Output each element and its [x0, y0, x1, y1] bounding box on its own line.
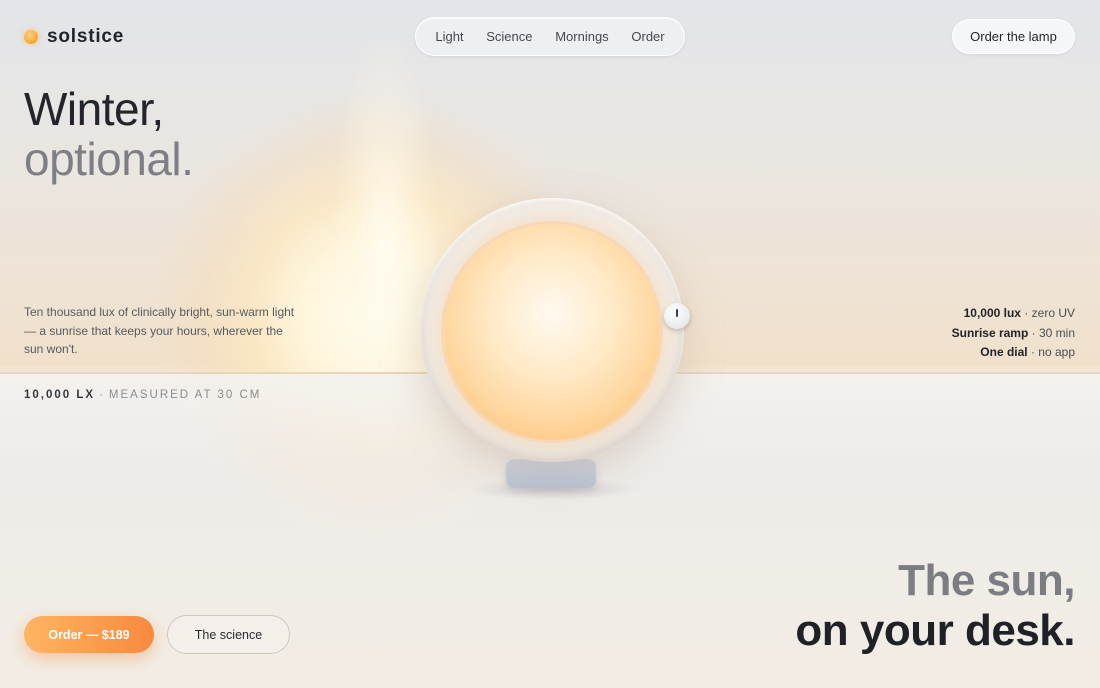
headline-line-1: Winter, [24, 83, 164, 135]
tagline: The sun, on your desk. [795, 556, 1075, 656]
spec-label: 10,000 lux [963, 306, 1021, 320]
science-button[interactable]: The science [167, 615, 290, 654]
order-lamp-button[interactable]: Order the lamp [952, 19, 1075, 54]
nav-item-light[interactable]: Light [433, 25, 465, 48]
spec-value: · zero UV [1020, 306, 1075, 320]
measurement-caption: 10,000 LX · MEASURED AT 30 CM [24, 389, 261, 401]
brand-name: solstice [47, 26, 125, 47]
spec-item: 10,000 lux · zero UV [952, 304, 1075, 324]
sun-dot-icon [24, 30, 38, 44]
headline-line-2: optional. [24, 133, 194, 185]
spec-value: · 30 min [1028, 325, 1075, 340]
spec-item: One dial · no app [952, 343, 1075, 363]
measurement-note: MEASURED AT 30 CM [108, 389, 262, 401]
spec-label: Sunrise ramp [951, 325, 1029, 340]
hero-headline: Winter, optional. [24, 83, 194, 185]
lamp-base [506, 458, 596, 488]
brand-logo[interactable]: solstice [24, 26, 124, 48]
nav-item-science[interactable]: Science [484, 25, 534, 48]
spec-label: One dial [980, 345, 1028, 359]
main-nav: Light Science Mornings Order [415, 17, 685, 56]
spec-list: 10,000 lux · zero UV Sunrise ramp · 30 m… [952, 304, 1075, 363]
spec-value: · no app [1027, 345, 1075, 359]
lamp-dial-knob[interactable] [664, 303, 690, 329]
spec-item: Sunrise ramp · 30 min [952, 324, 1075, 344]
nav-item-mornings[interactable]: Mornings [553, 25, 610, 48]
lamp-light-disc [444, 224, 660, 440]
nav-item-order[interactable]: Order [629, 25, 666, 48]
hero-description: Ten thousand lux of clinically bright, s… [24, 305, 295, 356]
dial-indicator-icon [676, 309, 678, 317]
tagline-line-1: The sun, [898, 556, 1075, 605]
measurement-value: 10,000 LX [24, 389, 96, 401]
measurement-separator: · [99, 389, 105, 401]
order-price-button[interactable]: Order — $189 [24, 616, 154, 653]
tagline-line-2: on your desk. [795, 606, 1075, 655]
